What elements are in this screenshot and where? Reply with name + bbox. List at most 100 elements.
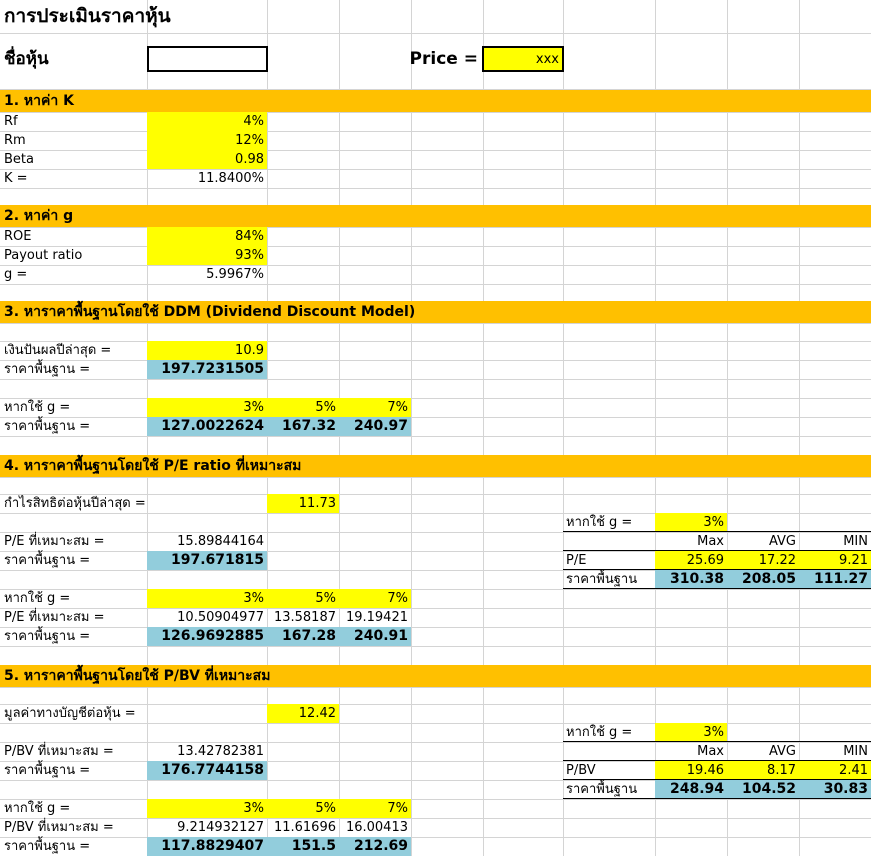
s3-base-label: ราคาพื้นฐาน = [4,362,91,377]
s5-side-p-avg[interactable]: 104.52 [727,780,796,799]
stock-name-label: ชื่อหุ้น [4,49,49,69]
s3-b2[interactable]: 167.32 [267,417,336,436]
s5-base-value[interactable]: 176.7744158 [147,761,264,780]
s5-side-p-min[interactable]: 30.83 [799,780,868,799]
grid-col-line [799,0,800,856]
s5-side-ratio-label: P/BV [566,763,596,778]
grid-row-line [0,131,871,132]
grid-row-line [0,589,871,590]
s5-pbv2[interactable]: 11.61696 [267,818,336,837]
s4-side-min-header: MIN [843,534,868,549]
section-2-band [0,205,871,227]
roe-label: ROE [4,229,32,244]
rm-label: Rm [4,133,26,148]
s5-side-r-avg[interactable]: 8.17 [727,761,796,780]
s4-b3[interactable]: 240.91 [339,627,408,646]
s4-side-g[interactable]: 3% [655,513,724,532]
s4-b2[interactable]: 167.28 [267,627,336,646]
s3-g3[interactable]: 7% [339,398,408,417]
g-label: g = [4,267,28,282]
grid-row-line [0,477,871,478]
s5-pbv2-label: P/BV ที่เหมาะสม = [4,820,114,835]
grid-col-line [483,0,484,856]
s3-ifg-label: หากใช้ g = [4,400,71,415]
rm-value[interactable]: 12% [147,131,264,150]
grid-col-line [563,0,564,856]
s3-b1[interactable]: 127.0022624 [147,417,264,436]
spreadsheet-sheet: การประเมินราคาหุ้น ชื่อหุ้น Price = xxx … [0,0,871,856]
s3-div-label: เงินปันผลปีล่าสุด = [4,343,112,358]
s4-g3[interactable]: 7% [339,589,408,608]
s4-g1[interactable]: 3% [147,589,264,608]
s4-base-value[interactable]: 197.671815 [147,551,264,570]
grid-row-line [0,284,871,285]
s4-side-p-max[interactable]: 310.38 [655,570,724,589]
grid-col-line [411,0,412,856]
s4-pe-value[interactable]: 15.89844164 [147,532,264,551]
s4-g2[interactable]: 5% [267,589,336,608]
s4-pe-label: P/E ที่เหมาะสม = [4,534,105,549]
s4-side-ratio-label: P/E [566,553,587,568]
grid-row-line [0,379,871,380]
s3-g2[interactable]: 5% [267,398,336,417]
roe-value[interactable]: 84% [147,227,264,246]
stock-name-input[interactable] [147,46,268,72]
s4-side-price-label: ราคาพื้นฐาน [566,572,638,587]
s4-pe3[interactable]: 19.19421 [339,608,408,627]
grid-row-line [0,150,871,151]
k-value[interactable]: 11.8400% [147,169,264,188]
grid-row-line [0,608,871,609]
s4-b1[interactable]: 126.9692885 [147,627,264,646]
s5-g3[interactable]: 7% [339,799,408,818]
s5-b3[interactable]: 212.69 [339,837,408,856]
grid-row-line [0,246,871,247]
grid-row-line [0,818,871,819]
s3-base-value[interactable]: 197.7231505 [147,360,264,379]
s4-side-r-avg[interactable]: 17.22 [727,551,796,570]
s5-ifg-label: หากใช้ g = [4,801,71,816]
grid-row-line [0,169,871,170]
s5-pbv-label: P/BV ที่เหมาะสม = [4,744,114,759]
s4-pe2[interactable]: 13.58187 [267,608,336,627]
s5-pbv3[interactable]: 16.00413 [339,818,408,837]
s5-side-avg-header: AVG [768,744,796,759]
s4-eps-label: กำไรสิทธิต่อหุ้นปีล่าสุด = [4,496,146,511]
s5-side-g[interactable]: 3% [655,723,724,742]
section-4-header: 4. หาราคาพื้นฐานโดยใช้ P/E ratio ที่เหมา… [4,458,302,474]
section-5-header: 5. หาราคาพื้นฐานโดยใช้ P/BV ที่เหมาะสม [4,668,271,684]
s4-side-ifg-label: หากใช้ g = [566,515,633,530]
s5-g1[interactable]: 3% [147,799,264,818]
s4-side-r-min[interactable]: 9.21 [799,551,868,570]
s4-side-p-min[interactable]: 111.27 [799,570,868,589]
s3-b3[interactable]: 240.97 [339,417,408,436]
s5-side-r-min[interactable]: 2.41 [799,761,868,780]
s4-ifg-label: หากใช้ g = [4,591,71,606]
payout-label: Payout ratio [4,248,83,263]
s5-side-r-max[interactable]: 19.46 [655,761,724,780]
s5-side-p-max[interactable]: 248.94 [655,780,724,799]
grid-row-line [0,627,871,628]
s5-side-min-header: MIN [843,744,868,759]
g-value[interactable]: 5.9967% [147,265,264,284]
s4-side-r-max[interactable]: 25.69 [655,551,724,570]
s5-pbv1[interactable]: 9.214932127 [147,818,264,837]
s5-pbv-value[interactable]: 13.42782381 [147,742,264,761]
s5-g2[interactable]: 5% [267,799,336,818]
s4-eps-value[interactable]: 11.73 [267,494,336,513]
beta-label: Beta [4,152,34,167]
s5-b2[interactable]: 151.5 [267,837,336,856]
grid-row-line [0,360,871,361]
s3-g1[interactable]: 3% [147,398,264,417]
s4-pe1[interactable]: 10.50904977 [147,608,264,627]
beta-value[interactable]: 0.98 [147,150,264,169]
grid-row-line [0,799,871,800]
price-value[interactable]: xxx [483,50,559,69]
payout-value[interactable]: 93% [147,246,264,265]
s5-b1[interactable]: 117.8829407 [147,837,264,856]
price-label: Price = [409,49,478,69]
s5-side-max-header: Max [697,744,724,759]
s5-bv-value[interactable]: 12.42 [267,704,336,723]
s4-side-p-avg[interactable]: 208.05 [727,570,796,589]
s3-div-value[interactable]: 10.9 [147,341,264,360]
rf-value[interactable]: 4% [147,112,264,131]
